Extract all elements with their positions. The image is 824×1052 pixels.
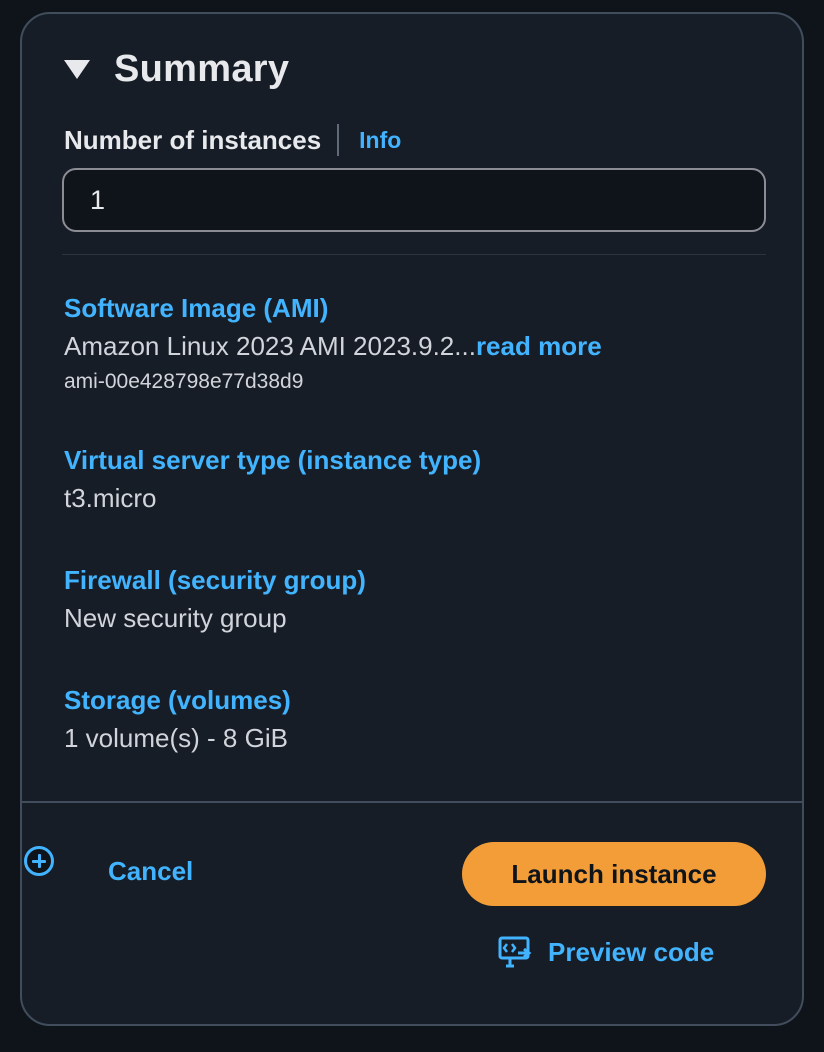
- firewall-value: New security group: [64, 603, 287, 633]
- summary-title: Summary: [114, 48, 290, 90]
- ami-name: Amazon Linux 2023 AMI 2023.9.2...: [64, 331, 476, 361]
- storage-section: Storage (volumes) 1 volume(s) - 8 GiB: [64, 682, 291, 758]
- preview-code-button[interactable]: Preview code: [498, 936, 714, 968]
- footer-divider: [22, 801, 802, 803]
- preview-code-label: Preview code: [548, 936, 715, 967]
- storage-link[interactable]: Storage (volumes): [64, 682, 291, 718]
- firewall-link[interactable]: Firewall (security group): [64, 562, 366, 598]
- instance-type-section: Virtual server type (instance type) t3.m…: [64, 442, 481, 518]
- cancel-button[interactable]: Cancel: [108, 856, 193, 887]
- ami-link[interactable]: Software Image (AMI): [64, 290, 602, 326]
- firewall-section: Firewall (security group) New security g…: [64, 562, 366, 638]
- number-of-instances-input[interactable]: [62, 168, 766, 232]
- instances-label-row: Number of instances Info: [64, 122, 401, 158]
- code-preview-icon: [498, 936, 532, 968]
- plus-circle-icon[interactable]: [24, 846, 54, 876]
- label-divider: [337, 124, 340, 156]
- caret-down-icon[interactable]: [64, 60, 90, 79]
- section-divider: [62, 254, 766, 255]
- ami-id: ami-00e428798e77d38d9: [64, 370, 304, 393]
- summary-header: Summary: [64, 48, 289, 91]
- instance-type-link[interactable]: Virtual server type (instance type): [64, 442, 481, 478]
- ami-section: Software Image (AMI) Amazon Linux 2023 A…: [64, 290, 602, 398]
- summary-panel: Summary Number of instances Info Softwar…: [20, 12, 804, 1026]
- instances-label: Number of instances: [64, 124, 322, 155]
- read-more-link[interactable]: read more: [476, 331, 602, 361]
- info-link[interactable]: Info: [359, 127, 401, 154]
- launch-instance-button[interactable]: Launch instance: [462, 842, 766, 906]
- ami-value: Amazon Linux 2023 AMI 2023.9.2...read mo…: [64, 326, 602, 366]
- instance-type-value: t3.micro: [64, 483, 157, 513]
- storage-value: 1 volume(s) - 8 GiB: [64, 723, 288, 753]
